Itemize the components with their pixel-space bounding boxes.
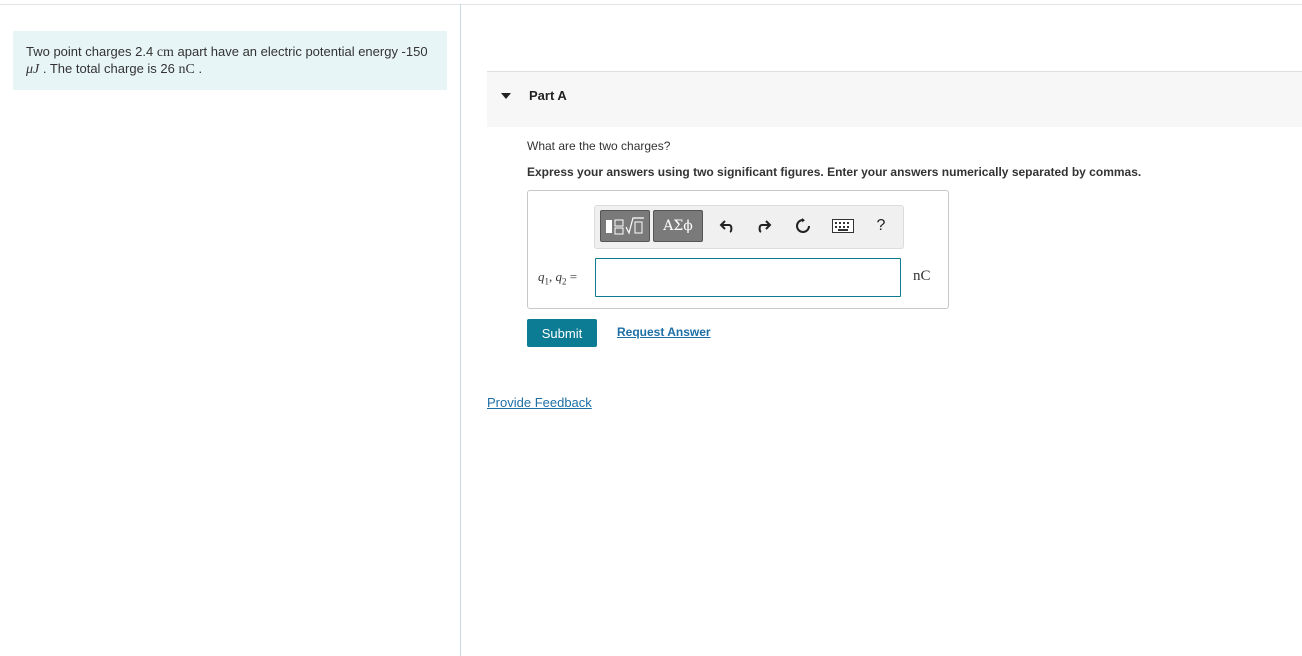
- unit-label: nC: [913, 268, 931, 284]
- answer-input[interactable]: [595, 258, 901, 297]
- undo-icon[interactable]: [715, 214, 739, 238]
- collapse-caret-icon[interactable]: [501, 93, 511, 99]
- panel-divider: [460, 4, 461, 656]
- problem-text-1: Two point charges 2.4: [26, 44, 157, 59]
- provide-feedback-link[interactable]: Provide Feedback: [487, 395, 592, 410]
- instructions-text: Express your answers using two significa…: [527, 165, 1142, 179]
- distance-unit: cm: [156, 45, 174, 60]
- top-divider: [0, 4, 1302, 5]
- charge-unit: nC: [178, 62, 195, 77]
- submit-button[interactable]: Submit: [527, 319, 597, 347]
- part-a-header[interactable]: Part A: [487, 71, 1302, 127]
- question-text: What are the two charges?: [527, 139, 671, 153]
- help-button[interactable]: ?: [869, 214, 893, 238]
- greek-symbols-button[interactable]: ΑΣϕ: [653, 210, 703, 242]
- problem-text-4: .: [194, 61, 203, 76]
- templates-button[interactable]: [600, 210, 650, 242]
- part-title: Part A: [529, 88, 567, 103]
- energy-unit: μJ: [26, 62, 40, 77]
- problem-text-2: apart have an electric potential energy …: [173, 44, 428, 59]
- keyboard-icon[interactable]: [830, 214, 856, 238]
- equals-sign: =: [566, 269, 578, 284]
- problem-statement: Two point charges 2.4 cm apart have an e…: [13, 31, 447, 90]
- math-toolbar: ΑΣϕ ?: [594, 205, 904, 249]
- templates-icon: [606, 217, 644, 235]
- answer-area: ΑΣϕ ? q1, q2 = nC: [527, 190, 949, 309]
- reset-icon[interactable]: [791, 214, 815, 238]
- answer-label: q1, q2 =: [538, 269, 577, 287]
- problem-text-3: . The total charge is 26: [39, 61, 179, 76]
- request-answer-link[interactable]: Request Answer: [617, 325, 711, 339]
- redo-icon[interactable]: [752, 214, 776, 238]
